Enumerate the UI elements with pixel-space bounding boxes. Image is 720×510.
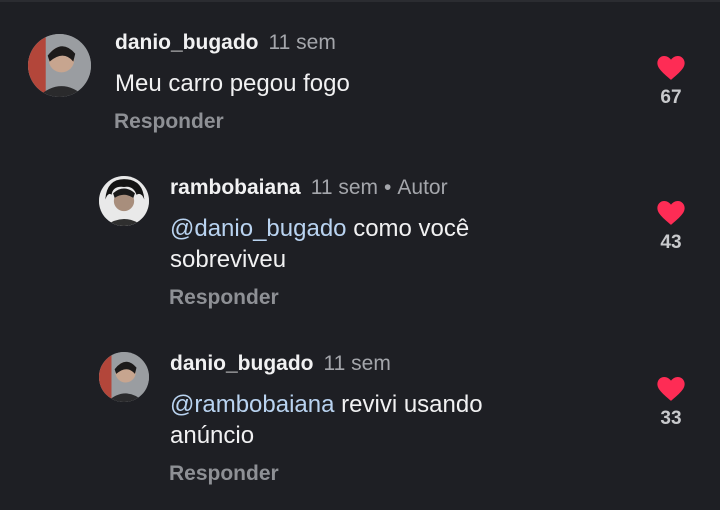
comment-body-line-1: revivi usando bbox=[341, 391, 483, 418]
avatar-photo bbox=[28, 34, 91, 97]
mention-link[interactable]: @danio_bugado bbox=[170, 215, 347, 242]
username[interactable]: danio_bugado bbox=[170, 352, 314, 375]
comment-header: danio_bugado 11 sem bbox=[115, 30, 336, 56]
comment-text: Meu carro pegou fogo bbox=[115, 68, 350, 99]
comment-header: danio_bugado 11 sem bbox=[170, 351, 391, 377]
like-count: 43 bbox=[660, 232, 682, 253]
comment-body-line-1: como você bbox=[353, 215, 470, 242]
like-button[interactable]: 43 bbox=[646, 201, 696, 254]
top-divider bbox=[0, 0, 720, 2]
comment-body-line-2: sobreviveu bbox=[170, 246, 287, 273]
username[interactable]: rambobaiana bbox=[170, 176, 301, 199]
mention-link[interactable]: @rambobaiana bbox=[170, 391, 334, 418]
like-count: 33 bbox=[660, 408, 682, 429]
comment-body: Meu carro pegou fogo bbox=[115, 70, 350, 97]
avatar-photo bbox=[99, 352, 149, 402]
comment-body-line-2: anúncio bbox=[170, 422, 255, 449]
username[interactable]: danio_bugado bbox=[115, 31, 259, 54]
avatar-photo bbox=[99, 176, 149, 226]
reply-button[interactable]: Responder bbox=[169, 286, 279, 310]
timestamp: 11 sem bbox=[310, 176, 379, 199]
heart-icon bbox=[657, 377, 685, 401]
like-button[interactable]: 67 bbox=[646, 56, 696, 109]
comment-header: rambobaiana 11 sem • Autor bbox=[170, 175, 448, 201]
author-badge: Autor bbox=[397, 176, 448, 199]
comment-text: @danio_bugado como você sobreviveu bbox=[170, 213, 610, 275]
separator: • bbox=[384, 176, 392, 199]
like-button[interactable]: 33 bbox=[646, 377, 696, 430]
comment-text: @rambobaiana revivi usando anúncio bbox=[170, 389, 610, 451]
reply-button[interactable]: Responder bbox=[169, 462, 279, 486]
heart-icon bbox=[657, 201, 685, 225]
avatar[interactable] bbox=[99, 352, 149, 402]
timestamp: 11 sem bbox=[323, 352, 391, 375]
avatar[interactable] bbox=[28, 34, 91, 97]
like-count: 67 bbox=[660, 87, 682, 108]
timestamp: 11 sem bbox=[268, 31, 336, 54]
heart-icon bbox=[657, 56, 685, 80]
avatar[interactable] bbox=[99, 176, 149, 226]
reply-button[interactable]: Responder bbox=[114, 110, 224, 134]
